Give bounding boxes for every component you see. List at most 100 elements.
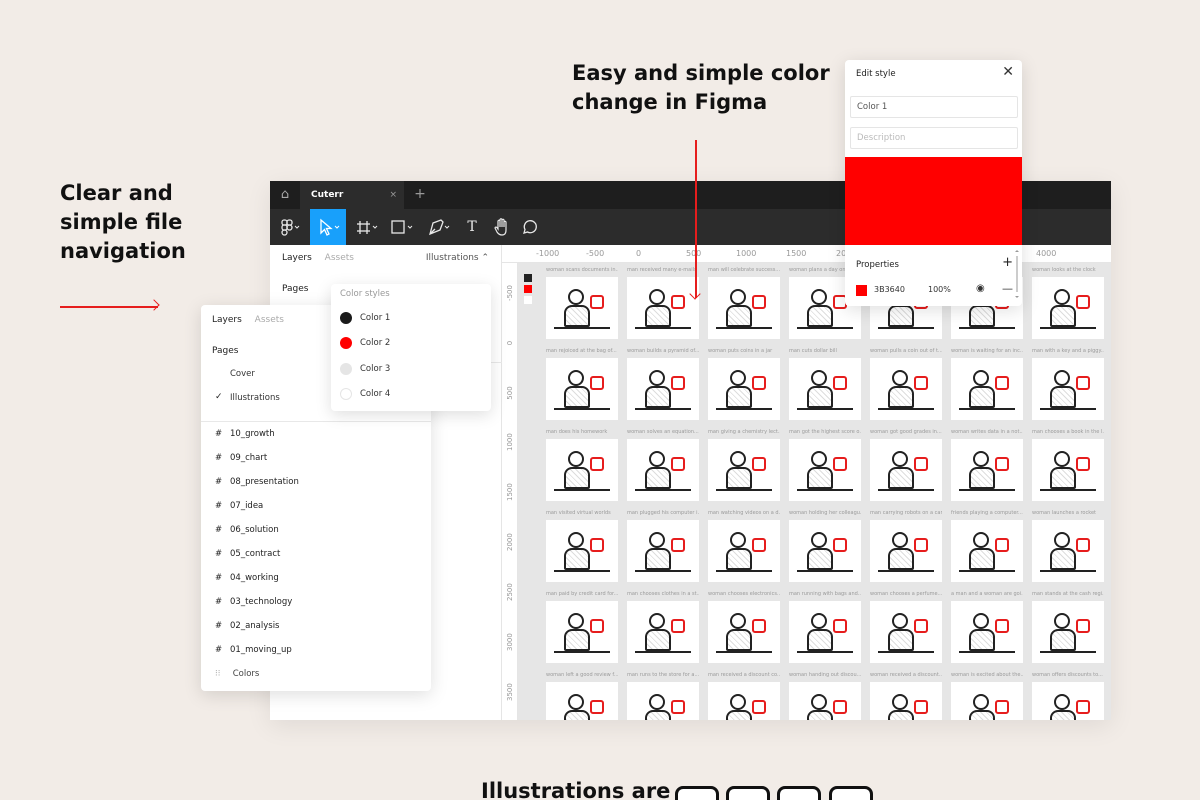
illustration-frame[interactable] bbox=[708, 601, 780, 663]
illustration-frame[interactable] bbox=[951, 520, 1023, 582]
illustration-frame[interactable] bbox=[951, 439, 1023, 501]
illustration-frame[interactable] bbox=[951, 358, 1023, 420]
page-select[interactable]: Illustrations ⌃ bbox=[426, 253, 489, 263]
illustration-frame[interactable] bbox=[627, 439, 699, 501]
illustration-frame[interactable] bbox=[1032, 601, 1104, 663]
ruler-label: 500 bbox=[686, 249, 702, 258]
fill-hex[interactable]: 3B3640 bbox=[874, 285, 905, 294]
illustration-frame[interactable] bbox=[546, 682, 618, 720]
illustration-frame[interactable] bbox=[1032, 277, 1104, 339]
layer-item-frame[interactable]: #06_solution bbox=[215, 525, 279, 535]
illustration-frame[interactable] bbox=[1032, 520, 1104, 582]
color-style-item[interactable]: Color 3 bbox=[340, 362, 390, 376]
illustration-frame[interactable] bbox=[546, 439, 618, 501]
illustration-frame[interactable] bbox=[708, 358, 780, 420]
shape-tool-icon[interactable] bbox=[386, 209, 420, 245]
illustration-frame[interactable] bbox=[870, 520, 942, 582]
frame-caption: man cuts dollar bill bbox=[789, 348, 837, 354]
hand-tool-icon[interactable] bbox=[488, 209, 516, 245]
tab-assets[interactable]: Assets bbox=[325, 253, 354, 263]
color-style-item[interactable]: Color 4 bbox=[340, 387, 390, 401]
illustration-frame[interactable] bbox=[789, 439, 861, 501]
page-item-illustrations[interactable]: Illustrations bbox=[230, 393, 280, 403]
fill-swatch[interactable] bbox=[856, 285, 867, 296]
style-name-input[interactable]: Color 1 bbox=[850, 96, 1018, 118]
layer-item-frame[interactable]: #03_technology bbox=[215, 597, 292, 607]
illustration-frame[interactable] bbox=[951, 601, 1023, 663]
layer-item-frame[interactable]: #09_chart bbox=[215, 453, 267, 463]
illustration-frame[interactable] bbox=[789, 682, 861, 720]
sketch-icon bbox=[675, 786, 719, 800]
color-style-item[interactable]: Color 2 bbox=[340, 336, 390, 350]
illustration-frame[interactable] bbox=[1032, 358, 1104, 420]
frame-caption: man chooses a book in the l... bbox=[1032, 429, 1104, 435]
illustration-frame[interactable] bbox=[627, 358, 699, 420]
tab-layers[interactable]: Layers bbox=[212, 315, 242, 325]
illustration-frame[interactable] bbox=[789, 358, 861, 420]
illustration-shape bbox=[590, 538, 604, 552]
layer-item-frame[interactable]: #10_growth bbox=[215, 429, 275, 439]
close-icon[interactable]: ✕ bbox=[1002, 64, 1014, 80]
scrollbar[interactable] bbox=[1015, 250, 1019, 300]
layer-item-frame[interactable]: #07_idea bbox=[215, 501, 263, 511]
add-property-icon[interactable]: + bbox=[1002, 255, 1013, 270]
eye-icon[interactable]: ◉ bbox=[976, 283, 985, 294]
frame-tool-icon[interactable] bbox=[350, 209, 384, 245]
frame-caption: man chooses clothes in a st... bbox=[627, 591, 699, 597]
file-tab[interactable]: Cuterr Illustrations × bbox=[300, 181, 404, 228]
layer-item-frame[interactable]: #08_presentation bbox=[215, 477, 299, 487]
add-tab-icon[interactable]: + bbox=[410, 181, 430, 209]
layer-item-frame[interactable]: #04_working bbox=[215, 573, 279, 583]
layer-item-frame[interactable]: #05_contract bbox=[215, 549, 280, 559]
illustration-shape bbox=[959, 570, 1015, 572]
illustration-shape bbox=[969, 710, 995, 720]
illustration-frame[interactable] bbox=[870, 439, 942, 501]
comment-tool-icon[interactable] bbox=[516, 209, 544, 245]
illustration-frame[interactable] bbox=[708, 520, 780, 582]
canvas[interactable]: woman scans documents in... man received … bbox=[518, 263, 1111, 720]
home-icon[interactable]: ⌂ bbox=[270, 181, 300, 209]
page-item-cover[interactable]: Cover bbox=[230, 369, 255, 379]
illustration-frame[interactable] bbox=[870, 682, 942, 720]
pen-tool-icon[interactable] bbox=[422, 209, 456, 245]
illustration-frame[interactable] bbox=[789, 601, 861, 663]
illustration-frame[interactable] bbox=[1032, 682, 1104, 720]
illustration-frame[interactable] bbox=[870, 358, 942, 420]
illustration-frame[interactable] bbox=[708, 439, 780, 501]
fill-opacity[interactable]: 100% bbox=[928, 285, 951, 294]
illustration-shape bbox=[564, 629, 590, 651]
figma-menu-icon[interactable] bbox=[270, 209, 308, 245]
illustration-frame[interactable] bbox=[627, 601, 699, 663]
illustration-shape bbox=[716, 408, 772, 410]
frame-caption: woman solves an equation... bbox=[627, 429, 699, 435]
illustration-shape bbox=[973, 694, 989, 710]
move-tool-icon[interactable] bbox=[310, 209, 346, 245]
illustration-frame[interactable] bbox=[789, 520, 861, 582]
tab-layers[interactable]: Layers bbox=[282, 253, 312, 263]
illustration-frame[interactable] bbox=[1032, 439, 1104, 501]
layer-item-frame[interactable]: #02_analysis bbox=[215, 621, 279, 631]
layer-item-colors[interactable]: ⁝⁝ Colors bbox=[215, 669, 259, 679]
close-tab-icon[interactable]: × bbox=[389, 181, 397, 209]
illustration-frame[interactable] bbox=[546, 277, 618, 339]
illustration-frame[interactable] bbox=[546, 358, 618, 420]
tab-assets[interactable]: Assets bbox=[255, 315, 284, 325]
illustration-frame[interactable] bbox=[708, 682, 780, 720]
illustration-frame[interactable] bbox=[708, 277, 780, 339]
illustration-shape bbox=[995, 538, 1009, 552]
illustration-frame[interactable] bbox=[627, 520, 699, 582]
illustration-frame[interactable] bbox=[546, 520, 618, 582]
illustration-frame[interactable] bbox=[627, 277, 699, 339]
remove-fill-icon[interactable]: — bbox=[1002, 282, 1013, 295]
frame-caption: man received a discount co... bbox=[708, 672, 780, 678]
style-description-input[interactable]: Description bbox=[850, 127, 1018, 149]
layer-item-frame[interactable]: #01_moving_up bbox=[215, 645, 292, 655]
text-tool-icon[interactable]: T bbox=[458, 209, 486, 245]
illustration-frame[interactable] bbox=[546, 601, 618, 663]
illustration-frame[interactable] bbox=[627, 682, 699, 720]
illustration-shape bbox=[973, 451, 989, 467]
color-style-item[interactable]: Color 1 bbox=[340, 311, 390, 325]
illustration-frame[interactable] bbox=[870, 601, 942, 663]
color-swatch bbox=[340, 387, 352, 400]
illustration-frame[interactable] bbox=[951, 682, 1023, 720]
